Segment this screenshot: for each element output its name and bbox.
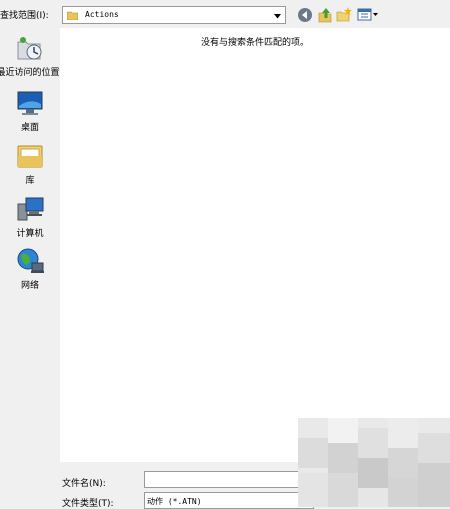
libraries-icon bbox=[15, 141, 45, 171]
place-network[interactable]: 网络 bbox=[0, 246, 60, 291]
folder-icon bbox=[66, 10, 79, 21]
places-bar: 最近访问的位置 桌面 库 计算机 网络 bbox=[0, 28, 60, 507]
place-computer[interactable]: 计算机 bbox=[0, 194, 60, 239]
recent-places-icon bbox=[15, 33, 45, 63]
place-recent[interactable]: 最近访问的位置 bbox=[0, 33, 60, 78]
place-desktop[interactable]: 桌面 bbox=[0, 88, 60, 133]
file-name-label: 文件名(N): bbox=[62, 479, 106, 489]
place-label: 最近访问的位置 bbox=[0, 68, 60, 78]
look-in-value: Actions bbox=[85, 10, 119, 19]
view-menu-icon[interactable] bbox=[357, 7, 379, 23]
place-label: 计算机 bbox=[16, 229, 44, 239]
file-type-select[interactable]: 动作 (*.ATN) bbox=[144, 492, 314, 509]
look-in-combobox[interactable]: Actions bbox=[62, 6, 286, 24]
computer-icon bbox=[15, 194, 45, 224]
place-label: 网络 bbox=[20, 281, 39, 291]
up-folder-icon[interactable] bbox=[317, 7, 333, 23]
network-icon bbox=[15, 246, 45, 276]
place-label: 桌面 bbox=[20, 123, 39, 133]
desktop-icon bbox=[15, 88, 45, 118]
empty-list-message: 没有与搜索条件匹配的项。 bbox=[200, 38, 309, 48]
look-in-label: 查找范围(I): bbox=[0, 11, 49, 21]
chevron-down-icon[interactable] bbox=[274, 12, 281, 19]
place-label: 库 bbox=[25, 176, 35, 186]
new-folder-icon[interactable] bbox=[336, 7, 352, 23]
file-list[interactable]: 没有与搜索条件匹配的项。 bbox=[60, 28, 450, 462]
place-libraries[interactable]: 库 bbox=[0, 141, 60, 186]
pixelated-region bbox=[298, 418, 450, 507]
file-name-input[interactable] bbox=[144, 471, 314, 488]
back-icon[interactable] bbox=[297, 7, 313, 23]
file-type-label: 文件类型(T): bbox=[62, 499, 114, 509]
